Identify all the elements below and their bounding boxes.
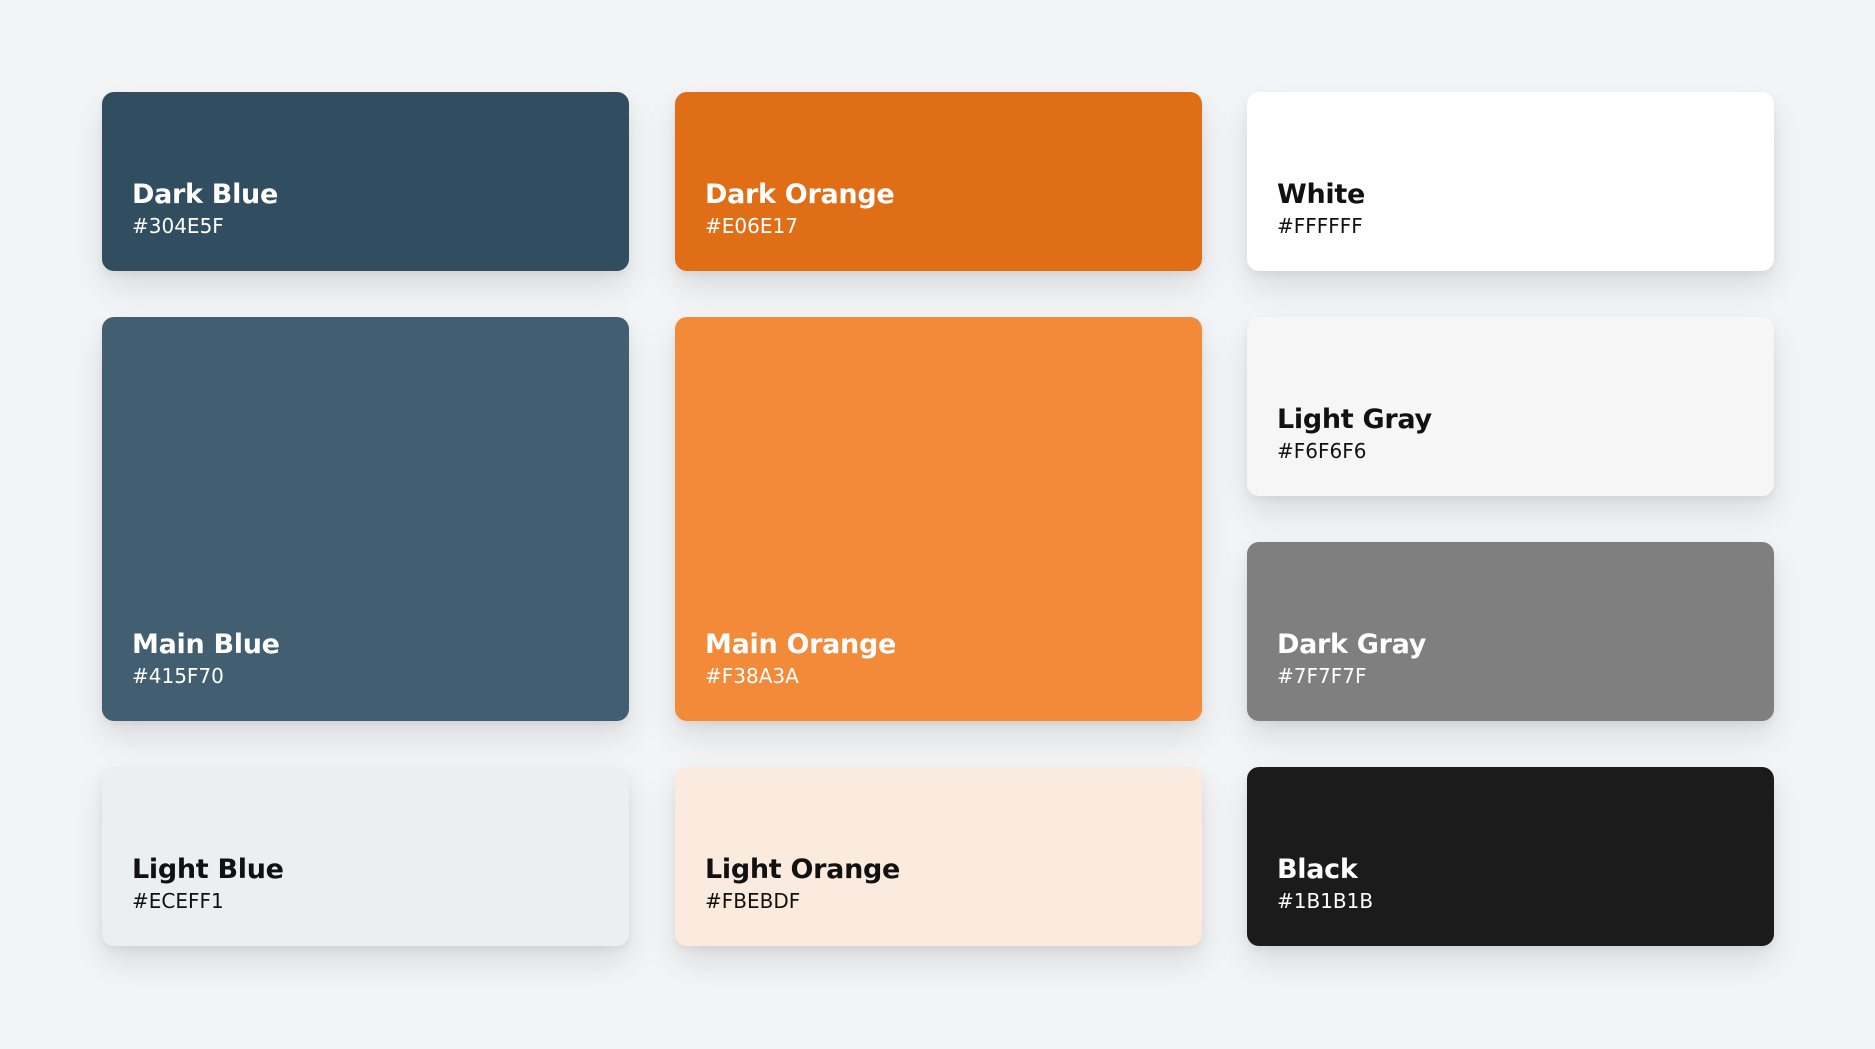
- swatch-label: White #FFFFFF: [1277, 179, 1365, 239]
- swatch-hex-code: #7F7F7F: [1277, 664, 1367, 688]
- swatch-hex-code: #ECEFF1: [132, 889, 224, 913]
- swatch-dark-blue: Dark Blue #304E5F: [102, 92, 629, 271]
- swatch-label: Light Orange #FBEBDF: [705, 854, 900, 914]
- swatch-name: Light Orange: [705, 854, 901, 885]
- swatch-label: Black #1B1B1B: [1277, 854, 1373, 914]
- swatch-name: White: [1277, 179, 1365, 210]
- swatch-hex-code: #F6F6F6: [1277, 439, 1367, 463]
- swatch-name: Dark Blue: [132, 179, 278, 210]
- swatch-light-orange: Light Orange #FBEBDF: [675, 767, 1202, 946]
- swatch-label: Dark Gray #7F7F7F: [1277, 629, 1426, 689]
- swatch-hex-code: #E06E17: [705, 214, 798, 238]
- swatch-name: Light Gray: [1277, 404, 1432, 435]
- color-palette: Dark Blue #304E5F Dark Orange #E06E17 Wh…: [0, 0, 1875, 1049]
- swatch-name: Main Blue: [132, 629, 280, 660]
- swatch-hex-code: #FBEBDF: [705, 889, 801, 913]
- swatch-hex-code: #415F70: [132, 664, 224, 688]
- swatch-main-blue: Main Blue #415F70: [102, 317, 629, 721]
- swatch-dark-gray: Dark Gray #7F7F7F: [1247, 542, 1774, 721]
- swatch-hex-code: #1B1B1B: [1277, 889, 1374, 913]
- swatch-name: Dark Orange: [705, 179, 895, 210]
- swatch-black: Black #1B1B1B: [1247, 767, 1774, 946]
- swatch-label: Dark Orange #E06E17: [705, 179, 895, 239]
- swatch-light-blue: Light Blue #ECEFF1: [102, 767, 629, 946]
- swatch-dark-orange: Dark Orange #E06E17: [675, 92, 1202, 271]
- swatch-name: Dark Gray: [1277, 629, 1427, 660]
- swatch-label: Dark Blue #304E5F: [132, 179, 278, 239]
- swatch-label: Light Gray #F6F6F6: [1277, 404, 1432, 464]
- swatch-hex-code: #FFFFFF: [1277, 214, 1363, 238]
- swatch-light-gray: Light Gray #F6F6F6: [1247, 317, 1774, 496]
- swatch-main-orange: Main Orange #F38A3A: [675, 317, 1202, 721]
- swatch-name: Main Orange: [705, 629, 897, 660]
- swatch-white: White #FFFFFF: [1247, 92, 1774, 271]
- swatch-label: Light Blue #ECEFF1: [132, 854, 284, 914]
- swatch-name: Black: [1277, 854, 1358, 885]
- swatch-label: Main Orange #F38A3A: [705, 629, 896, 689]
- swatch-name: Light Blue: [132, 854, 284, 885]
- swatch-hex-code: #F38A3A: [705, 664, 799, 688]
- swatch-hex-code: #304E5F: [132, 214, 224, 238]
- swatch-label: Main Blue #415F70: [132, 629, 280, 689]
